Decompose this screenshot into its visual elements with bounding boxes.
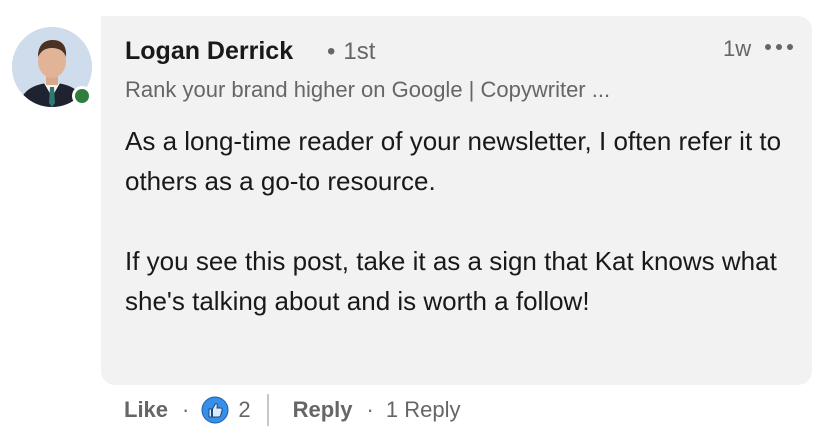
comment-timestamp: 1w (723, 36, 752, 61)
connection-degree-label: 1st (343, 38, 376, 65)
author-headline[interactable]: Rank your brand higher on Google | Copyw… (125, 77, 685, 103)
connection-degree: • 1st (327, 38, 375, 66)
separator-dot: · (182, 397, 190, 422)
comment-paragraph: If you see this post, take it as a sign … (125, 246, 777, 316)
action-divider (266, 394, 269, 426)
reaction-count[interactable]: 2 (238, 397, 250, 423)
comment-bubble: Logan Derrick • 1st Rank your brand highe… (101, 16, 812, 385)
online-dot (75, 89, 89, 103)
comment-text: As a long-time reader of your newsletter… (125, 121, 785, 321)
like-button[interactable]: Like (124, 397, 168, 423)
degree-separator: • (327, 38, 336, 65)
reply-button[interactable]: Reply (293, 397, 353, 423)
comment-actions: Like · 2 Reply · 1 Reply (124, 392, 460, 428)
reply-count-link[interactable]: 1 Reply (386, 397, 461, 423)
more-options-button[interactable] (761, 34, 797, 60)
like-reaction-icon[interactable] (201, 396, 229, 424)
author-name[interactable]: Logan Derrick (125, 37, 293, 66)
online-status-indicator (72, 86, 92, 106)
separator-dot: · (366, 397, 374, 422)
comment-paragraph: As a long-time reader of your newsletter… (125, 126, 782, 196)
ellipsis-icon (765, 44, 793, 50)
